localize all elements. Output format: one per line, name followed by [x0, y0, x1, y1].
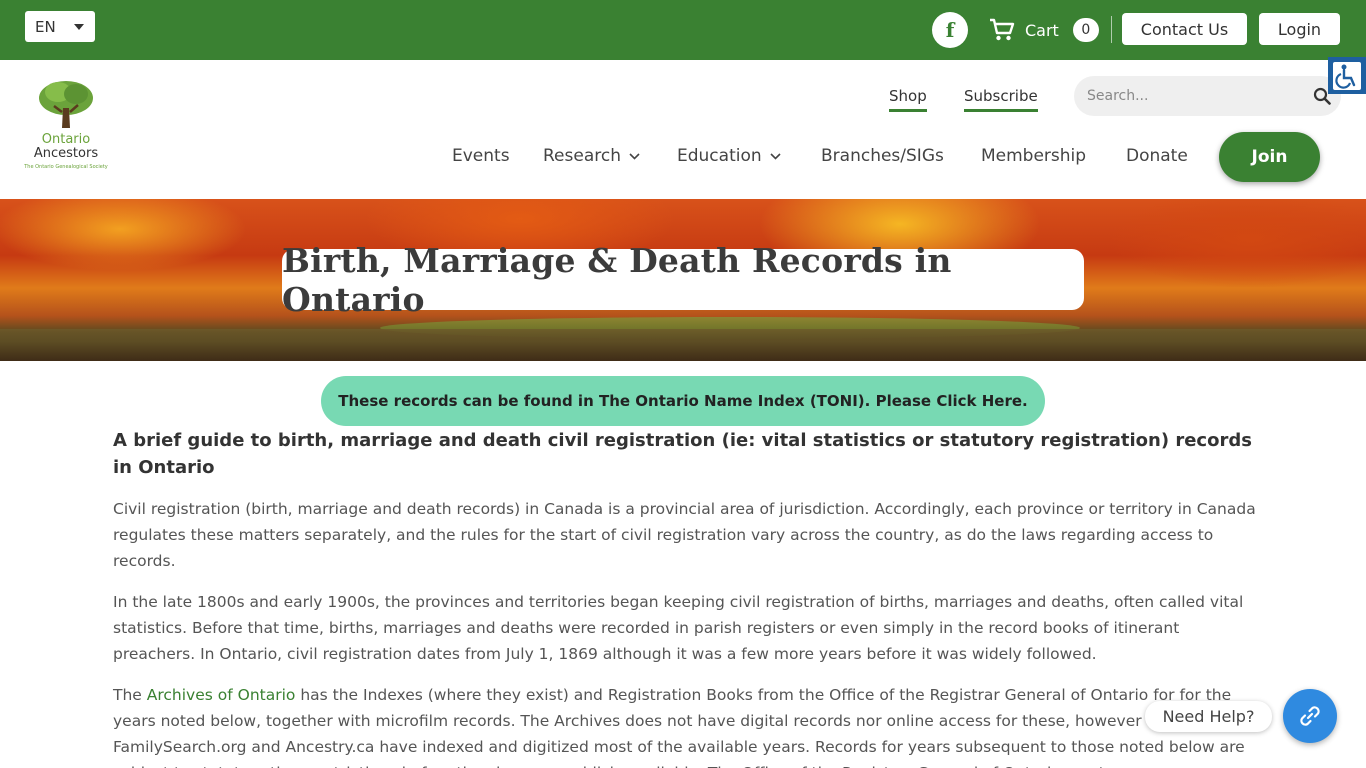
caret-down-icon — [74, 24, 84, 30]
cart-icon — [990, 18, 1015, 41]
nav-branches-label: Branches/SIGs — [821, 146, 944, 166]
toni-link-button[interactable]: These records can be found in The Ontari… — [321, 376, 1045, 426]
join-button[interactable]: Join — [1219, 132, 1320, 182]
cart-label: Cart — [1025, 20, 1059, 40]
chevron-down-icon — [770, 152, 781, 160]
need-help-label[interactable]: Need Help? — [1145, 701, 1272, 732]
accessibility-button[interactable] — [1328, 57, 1366, 94]
wheelchair-icon — [1333, 61, 1361, 90]
logo-tagline: The Ontario Genealogical Society — [24, 164, 108, 170]
page-title: Birth, Marriage & Death Records in Ontar… — [282, 241, 1084, 319]
guide-heading: A brief guide to birth, marriage and dea… — [113, 430, 1252, 478]
site-logo[interactable]: Ontario Ancestors The Ontario Genealogic… — [24, 78, 108, 178]
login-button[interactable]: Login — [1259, 13, 1340, 45]
paragraph-3: The Archives of Ontario has the Indexes … — [113, 682, 1258, 768]
language-selector[interactable]: EN — [25, 11, 95, 42]
nav-membership-label: Membership — [981, 146, 1087, 166]
search-input[interactable] — [1087, 86, 1307, 106]
nav-research-label: Research — [543, 146, 621, 166]
shop-link[interactable]: Shop — [889, 87, 927, 112]
subscribe-link[interactable]: Subscribe — [964, 87, 1038, 112]
nav-education[interactable]: Education — [677, 146, 781, 166]
archives-of-ontario-link[interactable]: Archives of Ontario — [147, 686, 296, 704]
top-bar: EN f Cart 0 Contact Us Login — [0, 0, 1366, 60]
nav-donate[interactable]: Donate — [1126, 146, 1188, 166]
divider — [1111, 16, 1112, 43]
paragraph-1: Civil registration (birth, marriage and … — [113, 500, 1256, 570]
logo-text-ontario: Ontario — [41, 132, 91, 147]
search-box — [1074, 76, 1341, 116]
language-value: EN — [35, 17, 56, 36]
nav-events[interactable]: Events — [452, 146, 510, 166]
paragraph-2: In the late 1800s and early 1900s, the p… — [113, 593, 1244, 663]
nav-donate-label: Donate — [1126, 146, 1188, 166]
chevron-down-icon — [629, 152, 640, 160]
nav-education-label: Education — [677, 146, 762, 166]
paragraph-3-prefix: The — [113, 686, 147, 704]
contact-us-button[interactable]: Contact Us — [1122, 13, 1247, 45]
hero-banner: Birth, Marriage & Death Records in Ontar… — [0, 199, 1366, 361]
help-fab-button[interactable] — [1283, 689, 1337, 743]
nav-branches-sigs[interactable]: Branches/SIGs — [821, 146, 944, 166]
link-icon — [1300, 706, 1320, 726]
nav-events-label: Events — [452, 146, 510, 166]
facebook-icon[interactable]: f — [932, 12, 968, 48]
cart-link[interactable]: Cart 0 — [989, 14, 1099, 46]
nav-research[interactable]: Research — [543, 146, 640, 166]
tree-logo-icon — [39, 81, 93, 128]
hero-decoration — [0, 329, 1366, 361]
logo-text-ancestors: Ancestors — [33, 146, 99, 161]
cart-count-badge: 0 — [1072, 18, 1099, 42]
main-content: A brief guide to birth, marriage and dea… — [113, 427, 1258, 768]
nav-membership[interactable]: Membership — [981, 146, 1086, 166]
site-header: Ontario Ancestors The Ontario Genealogic… — [0, 60, 1366, 199]
